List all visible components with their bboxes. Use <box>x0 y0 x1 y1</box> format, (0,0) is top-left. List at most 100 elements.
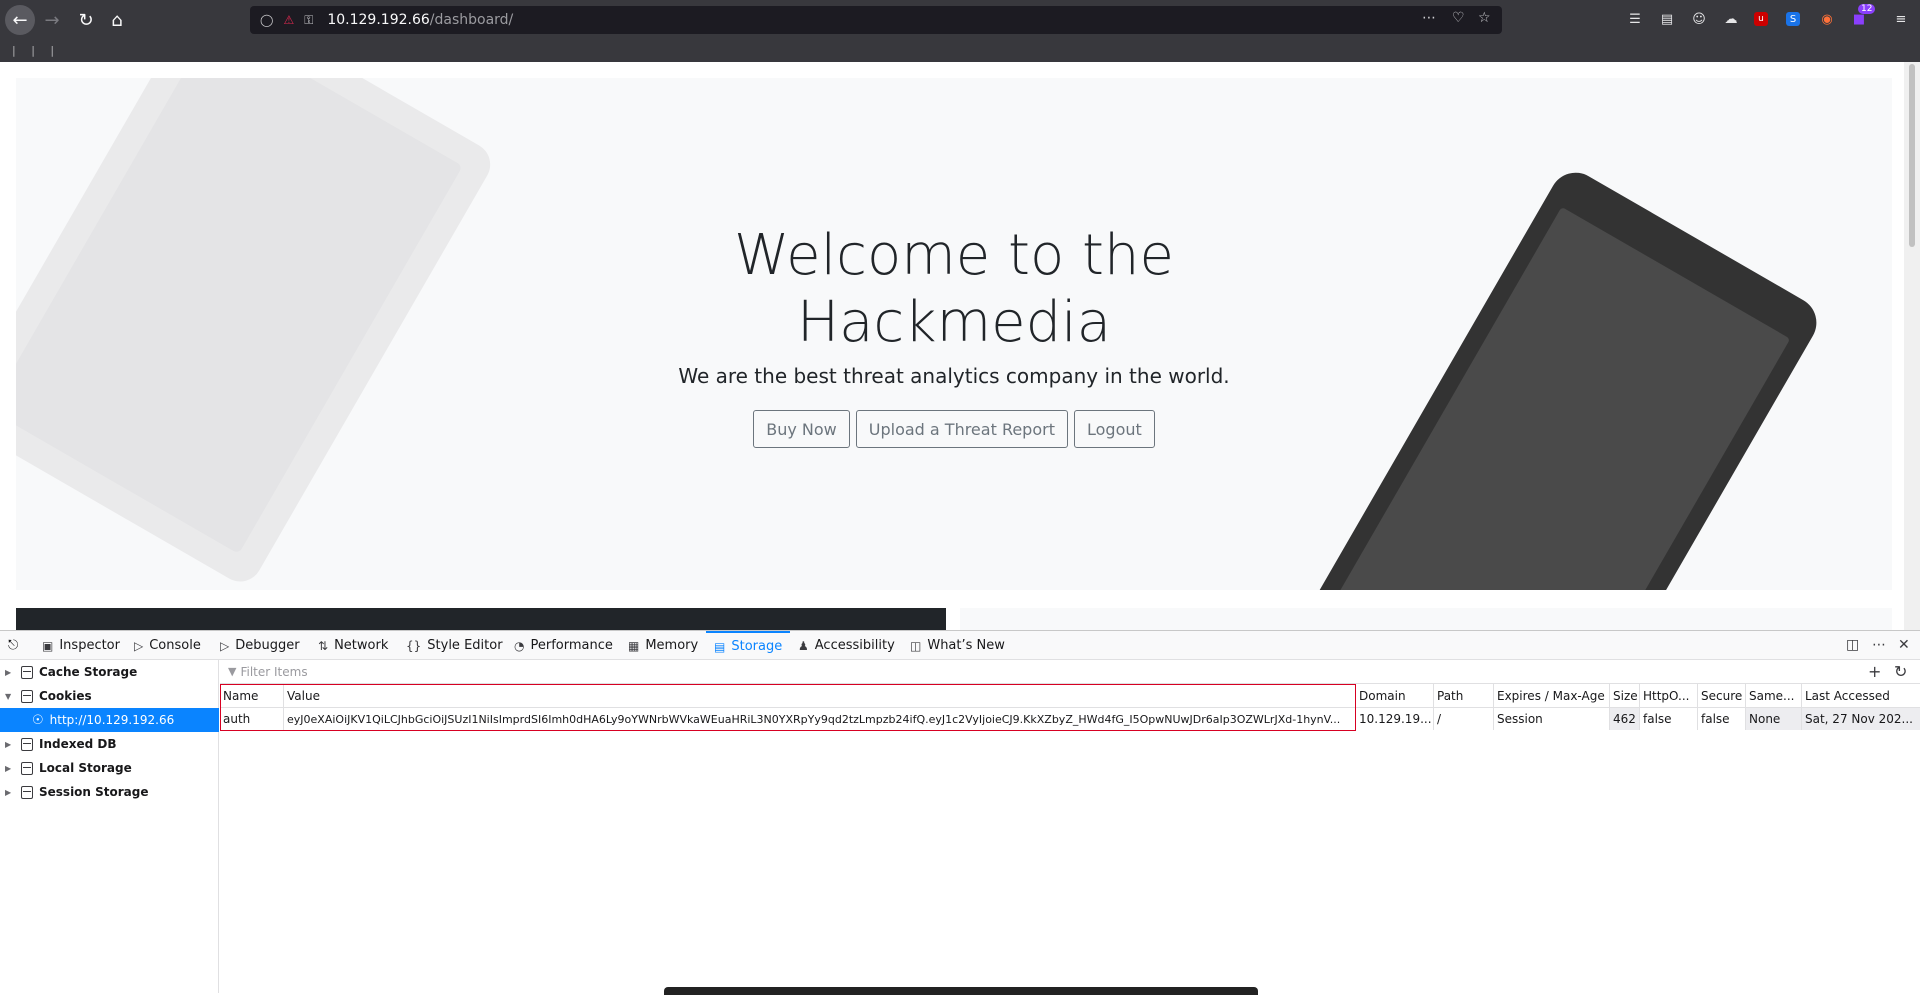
close-devtools-icon[interactable]: ✕ <box>1898 637 1910 653</box>
inspector-icon: ▣ <box>42 638 54 653</box>
back-button[interactable]: ← <box>5 5 35 35</box>
console-icon: ▷ <box>134 638 144 653</box>
memory-icon: ▦ <box>628 638 640 653</box>
sidebar-item-cookies[interactable]: ▼ Cookies <box>0 684 219 708</box>
tab-style-editor[interactable]: {} Style Editor <box>406 631 503 660</box>
page-footer-edge <box>664 987 1258 995</box>
globe-icon: ☉ <box>32 712 44 728</box>
page-scrollbar[interactable] <box>1904 62 1920 630</box>
storage-icon: ▤ <box>714 639 726 654</box>
filter-input[interactable]: Filter Items <box>240 665 307 679</box>
tab-whats-new[interactable]: ◫ What’s New <box>910 631 1005 660</box>
insecure-lock-icon: ⚠ <box>283 13 295 27</box>
filter-icon: ▼ <box>228 665 237 678</box>
refresh-icon[interactable]: ↻ <box>1894 662 1907 681</box>
tab-performance[interactable]: ◔ Performance <box>514 631 613 660</box>
forward-button[interactable]: → <box>38 6 66 34</box>
database-icon <box>21 761 33 775</box>
column-header-path[interactable]: Path <box>1434 684 1494 708</box>
buy-now-button[interactable]: Buy Now <box>753 410 850 448</box>
database-icon <box>21 785 33 799</box>
hero-buttons: Buy Now Upload a Threat Report Logout <box>16 410 1892 448</box>
column-header-name[interactable]: Name <box>220 684 284 708</box>
menu-icon[interactable]: ≡ <box>1892 10 1910 28</box>
filter-bar: ▼ Filter Items + ↻ <box>220 660 1920 684</box>
devtools-menu-icon[interactable]: ⋯ <box>1872 637 1886 653</box>
cell-path[interactable]: / <box>1434 708 1494 730</box>
url-path: /dashboard/ <box>429 12 514 28</box>
key-icon: ⚿ <box>304 12 314 27</box>
tab-debugger[interactable]: ▷ Debugger <box>220 631 300 660</box>
cell-samesite[interactable]: None <box>1746 708 1802 730</box>
hero-section: Welcome to the Hackmedia We are the best… <box>16 78 1892 590</box>
bookmarks-bar: | | | <box>12 44 61 57</box>
url-bar[interactable]: ◯ ⚠ ⚿ 10.129.192.66/dashboard/ ⋯ ♡ ☆ <box>250 6 1502 34</box>
add-item-icon[interactable]: + <box>1868 662 1881 681</box>
home-button[interactable]: ⌂ <box>103 6 131 34</box>
database-icon <box>21 689 33 703</box>
url-text[interactable]: 10.129.192.66/dashboard/ <box>327 12 513 28</box>
devtools-panel: ⎋ ▣ Inspector ▷ Console ▷ Debugger ⇅ Network… <box>0 630 1920 995</box>
database-icon <box>21 665 33 679</box>
element-picker-icon[interactable]: ⎋ <box>8 631 18 660</box>
ublock-icon[interactable]: u <box>1754 12 1768 26</box>
database-icon <box>21 737 33 751</box>
reload-icon: ↻ <box>78 9 94 31</box>
devtools-tabbar: ⎋ ▣ Inspector ▷ Console ▷ Debugger ⇅ Network… <box>0 631 1920 660</box>
tab-accessibility[interactable]: ♟ Accessibility <box>798 631 895 660</box>
home-icon: ⌂ <box>111 9 123 31</box>
cell-expires[interactable]: Session <box>1494 708 1610 730</box>
title-line-2: Hackmedia <box>796 290 1112 355</box>
tab-inspector[interactable]: ▣ Inspector <box>42 631 120 660</box>
cell-last-accessed[interactable]: Sat, 27 Nov 202... <box>1802 708 1920 730</box>
cell-httponly[interactable]: false <box>1640 708 1698 730</box>
cell-size[interactable]: 462 <box>1610 708 1640 730</box>
url-host: 10.129.192.66 <box>327 12 430 28</box>
tab-network[interactable]: ⇅ Network <box>318 631 388 660</box>
title-line-1: Welcome to the <box>734 223 1174 288</box>
column-header-last-accessed[interactable]: Last Accessed <box>1802 684 1920 708</box>
tab-storage[interactable]: ▤ Storage <box>706 631 791 660</box>
gift-icon: ◫ <box>910 638 922 653</box>
performance-icon: ◔ <box>514 638 525 653</box>
column-header-value[interactable]: Value <box>284 684 1356 708</box>
extension-cloud-icon[interactable]: ☁ <box>1722 10 1740 28</box>
column-header-domain[interactable]: Domain <box>1356 684 1434 708</box>
account-icon[interactable]: ☺ <box>1690 10 1708 28</box>
style-editor-icon: {} <box>406 638 422 653</box>
sidebar-item-indexed-db[interactable]: ▶ Indexed DB <box>0 732 219 756</box>
sidebar-icon[interactable]: ▤ <box>1658 10 1676 28</box>
column-header-expires[interactable]: Expires / Max-Age <box>1494 684 1610 708</box>
more-actions-icon[interactable]: ⋯ <box>1422 10 1436 26</box>
caret-right-icon: ▶ <box>5 739 12 749</box>
tab-console[interactable]: ▷ Console <box>134 631 201 660</box>
upload-threat-report-button[interactable]: Upload a Threat Report <box>855 410 1068 448</box>
cell-name[interactable]: auth <box>220 708 284 730</box>
logout-button[interactable]: Logout <box>1073 410 1155 448</box>
cell-secure[interactable]: false <box>1698 708 1746 730</box>
sidebar-item-cache-storage[interactable]: ▶ Cache Storage <box>0 660 219 684</box>
column-header-samesite[interactable]: Same... <box>1746 684 1802 708</box>
tab-memory[interactable]: ▦ Memory <box>628 631 698 660</box>
storage-table-panel: ▼ Filter Items + ↻ Name Value Domain Pat… <box>220 660 1920 993</box>
sidebar-item-local-storage[interactable]: ▶ Local Storage <box>0 756 219 780</box>
table-row[interactable]: auth eyJ0eXAiOiJKV1QiLCJhbGciOiJSUzI1NiI… <box>220 708 1920 730</box>
bookmark-star-icon[interactable]: ☆ <box>1478 10 1491 26</box>
arrow-right-icon: → <box>44 9 60 31</box>
reload-button[interactable]: ↻ <box>72 6 100 34</box>
arrow-left-icon: ← <box>12 9 28 31</box>
dock-side-icon[interactable]: ◫ <box>1846 637 1859 653</box>
sidebar-item-session-storage[interactable]: ▶ Session Storage <box>0 780 219 804</box>
cell-domain[interactable]: 10.129.19... <box>1356 708 1434 730</box>
column-header-secure[interactable]: Secure <box>1698 684 1746 708</box>
pocket-icon[interactable]: ♡ <box>1452 10 1465 26</box>
library-icon[interactable]: ☰ <box>1626 10 1644 28</box>
sidebar-item-cookie-host[interactable]: ☉ http://10.129.192.66 <box>0 708 219 732</box>
column-header-size[interactable]: Size <box>1610 684 1640 708</box>
column-header-httponly[interactable]: HttpO... <box>1640 684 1698 708</box>
extension-s-icon[interactable]: S <box>1786 12 1800 26</box>
foxy-extension-icon[interactable]: ◉ <box>1818 10 1836 28</box>
network-icon: ⇅ <box>318 638 329 653</box>
page-subtitle: We are the best threat analytics company… <box>678 364 1230 388</box>
cell-value[interactable]: eyJ0eXAiOiJKV1QiLCJhbGciOiJSUzI1NiIsImpr… <box>284 708 1356 730</box>
